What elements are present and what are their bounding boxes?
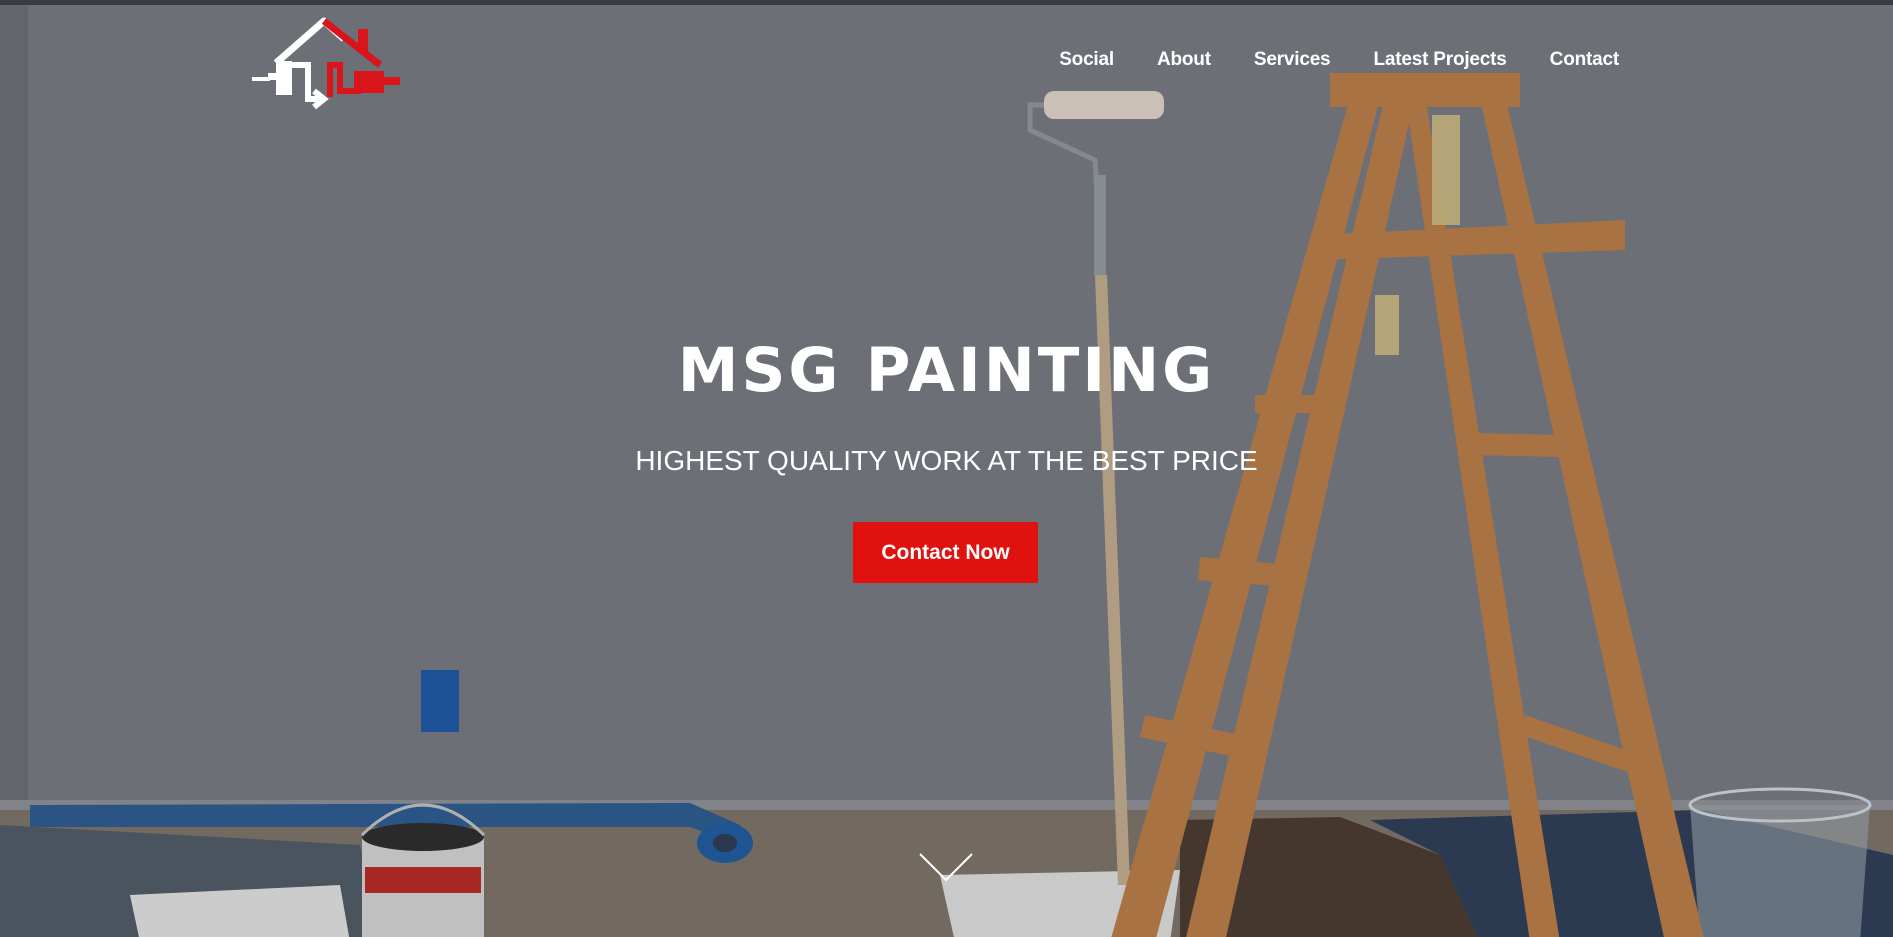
nav-link-about[interactable]: About [1157, 49, 1211, 71]
hero-title: MSG PAINTING [677, 335, 1216, 406]
nav-link-services[interactable]: Services [1254, 49, 1331, 71]
house-paint-roller-logo-icon[interactable] [248, 15, 404, 111]
hero-subtitle: HIGHEST QUALITY WORK AT THE BEST PRICE [635, 445, 1258, 476]
main-nav: Social About Services Latest Projects Co… [1059, 49, 1619, 71]
contact-now-button[interactable]: Contact Now [853, 522, 1038, 583]
nav-link-contact[interactable]: Contact [1550, 49, 1620, 71]
hero-section: Social About Services Latest Projects Co… [0, 0, 1893, 937]
nav-link-latest-projects[interactable]: Latest Projects [1373, 49, 1506, 71]
chevron-down-icon[interactable] [918, 851, 974, 883]
nav-link-social[interactable]: Social [1059, 49, 1114, 71]
